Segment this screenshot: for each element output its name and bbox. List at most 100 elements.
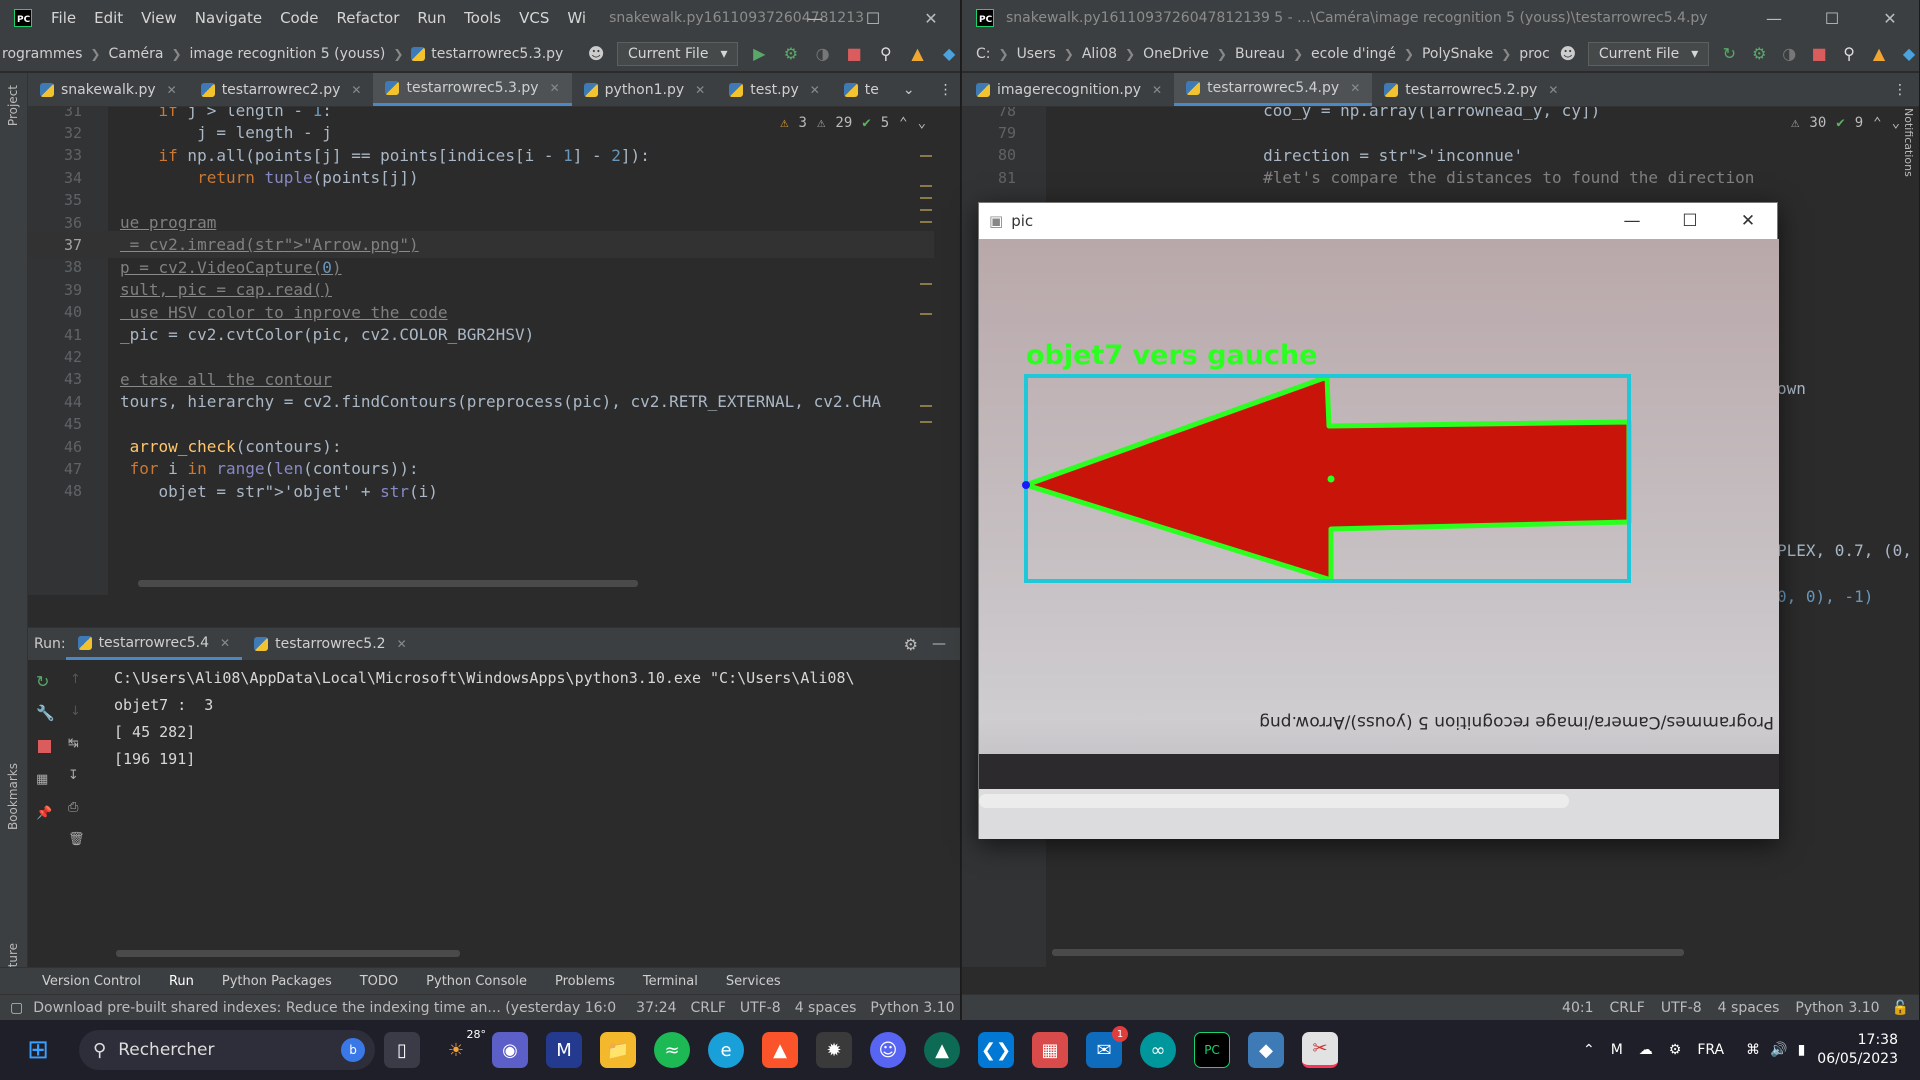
taskbar-search[interactable]: ⚲ Rechercher b [79,1030,375,1070]
horizontal-scrollbar[interactable] [116,950,460,957]
stop-icon[interactable] [38,740,51,753]
caret-position[interactable]: 37:24 [636,1000,676,1016]
project-tool-button[interactable]: Project [6,85,20,126]
code-line[interactable]: 81 #let's compare the distances to found… [962,164,1919,191]
lock-icon[interactable]: 🔓 [1892,1000,1909,1016]
hide-panel-icon[interactable]: — [932,636,946,652]
close-tab-icon[interactable]: ✕ [1152,83,1162,97]
tab-imagerecognition[interactable]: imagerecognition.py ✕ [962,73,1174,106]
tool-version-control[interactable]: Version Control [42,974,141,989]
task-view-icon[interactable]: ▯ [384,1032,420,1068]
breadcrumb-item[interactable]: testarrowrec5.3.py [431,46,563,62]
close-tab-icon[interactable]: ✕ [810,83,820,97]
menu-window[interactable]: Wi [558,9,595,27]
windows-start-icon[interactable]: ⊞ [20,1032,56,1068]
menu-refactor[interactable]: Refactor [327,9,408,27]
menu-view[interactable]: View [132,9,186,27]
pycharm-logo-icon[interactable]: PC [976,9,994,27]
tool-todo[interactable]: TODO [360,974,398,989]
console-output[interactable]: C:\Users\Ali08\AppData\Local\Microsoft\W… [114,664,960,772]
run-tab-testarrowrec5-2[interactable]: testarrowrec5.2 ✕ [242,636,419,652]
pin-icon[interactable]: 📌 [36,806,52,821]
mail-icon[interactable]: ✉ 1 [1086,1026,1128,1068]
code-line[interactable]: 48 objet = str">'objet' + str(i) [28,478,934,505]
close-icon[interactable]: ✕ [902,0,960,36]
close-tab-icon[interactable]: ✕ [550,81,560,95]
soft-wrap-icon[interactable]: ↹ [68,736,79,751]
search-icon[interactable]: ⚲ [875,43,897,65]
close-tab-icon[interactable]: ✕ [695,83,705,97]
menu-run[interactable]: Run [408,9,455,27]
close-icon[interactable]: ✕ [1861,0,1919,36]
caret-position[interactable]: 40:1 [1562,1000,1593,1016]
breadcrumb-item[interactable]: OneDrive [1143,46,1209,62]
maximize-icon[interactable]: ☐ [1661,203,1719,239]
line-separator[interactable]: CRLF [1610,1000,1645,1016]
menu-code[interactable]: Code [271,9,327,27]
tray-app-icon[interactable]: ⚙ [1669,1042,1682,1058]
tool-terminal[interactable]: Terminal [643,974,698,989]
plugin-icon[interactable]: ◆ [938,43,960,65]
update-icon[interactable]: ▲ [1869,43,1889,65]
menu-vcs[interactable]: VCS [510,9,558,27]
debug-icon[interactable]: ⚙ [780,43,802,65]
coverage-icon[interactable]: ◑ [812,43,834,65]
tool-services[interactable]: Services [726,974,781,989]
debug-icon[interactable]: ⚙ [1749,43,1769,65]
python-icon[interactable]: ◆ [1248,1032,1284,1068]
close-tab-icon[interactable]: ✕ [167,83,177,97]
weather-icon[interactable]: ☀ 28° [438,1028,486,1068]
brave-icon[interactable]: ▲ [762,1032,798,1068]
file-explorer-icon[interactable]: 📁 [600,1032,636,1068]
down-arrow-icon[interactable]: ↓ [70,704,81,719]
tool-run[interactable]: Run [169,974,194,989]
spotify-icon[interactable]: ≈ [654,1032,690,1068]
menu-tools[interactable]: Tools [455,9,510,27]
scroll-to-end-icon[interactable]: ↧ [68,768,79,783]
teams-icon[interactable]: ◉ [492,1032,528,1068]
breadcrumb-item[interactable]: proc [1519,46,1550,62]
file-encoding[interactable]: UTF-8 [740,1000,781,1016]
run-icon[interactable]: ▶ [748,43,770,65]
app2-icon[interactable]: ▲ [924,1032,960,1068]
user-icon[interactable]: ☻ [585,43,607,65]
horizontal-scrollbar[interactable] [138,580,638,587]
bing-icon[interactable]: b [341,1038,365,1062]
language-indicator[interactable]: FRA [1697,1042,1724,1058]
minimize-icon[interactable]: — [786,0,844,36]
tab-te[interactable]: te [832,73,891,106]
wifi-icon[interactable]: ⌘ [1746,1042,1760,1058]
file-encoding[interactable]: UTF-8 [1661,1000,1702,1016]
breadcrumb-item[interactable]: Bureau [1235,46,1285,62]
stop-icon[interactable]: ■ [843,43,865,65]
notifications-tool-button[interactable]: Notifications [1902,108,1915,177]
tab-testarrowrec5-2[interactable]: testarrowrec5.2.py ✕ [1372,73,1570,106]
indent-setting[interactable]: 4 spaces [795,1000,857,1016]
tool-problems[interactable]: Problems [555,974,615,989]
mymind-tray-icon[interactable]: M [1611,1042,1623,1058]
edge-icon[interactable]: e [708,1032,744,1068]
menu-file[interactable]: File [42,9,85,27]
layout-icon[interactable]: ▦ [36,772,48,787]
breadcrumb-item[interactable]: Ali08 [1082,46,1117,62]
volume-icon[interactable]: 🔊 [1770,1042,1787,1058]
more-options-icon[interactable]: ⋮ [1881,73,1919,106]
menu-navigate[interactable]: Navigate [186,9,271,27]
breadcrumb-item[interactable]: PolySnake [1422,46,1493,62]
rerun-icon[interactable]: ↻ [1719,43,1739,65]
maximize-icon[interactable]: ☐ [844,0,902,36]
more-options-icon[interactable]: ⋮ [927,73,960,106]
run-config-select[interactable]: Current File ▾ [616,41,739,66]
tab-test[interactable]: test.py ✕ [717,73,832,106]
python-interpreter[interactable]: Python 3.10 [870,1000,954,1016]
status-message[interactable]: Download pre-built shared indexes: Reduc… [33,1000,616,1016]
snip-icon[interactable]: ✂ [1302,1032,1338,1068]
close-tab-icon[interactable]: ✕ [1548,83,1558,97]
pycharm-icon[interactable]: PC [1194,1032,1230,1068]
bookmarks-tool-button[interactable]: Bookmarks [6,763,20,830]
update-icon[interactable]: ▲ [907,43,929,65]
breadcrumb-item[interactable]: ecole d'ingé [1311,46,1396,62]
discord-icon[interactable]: ☺ [870,1032,906,1068]
close-icon[interactable]: ✕ [1719,203,1777,239]
tabs-overflow-icon[interactable]: ⌄ [891,73,927,106]
